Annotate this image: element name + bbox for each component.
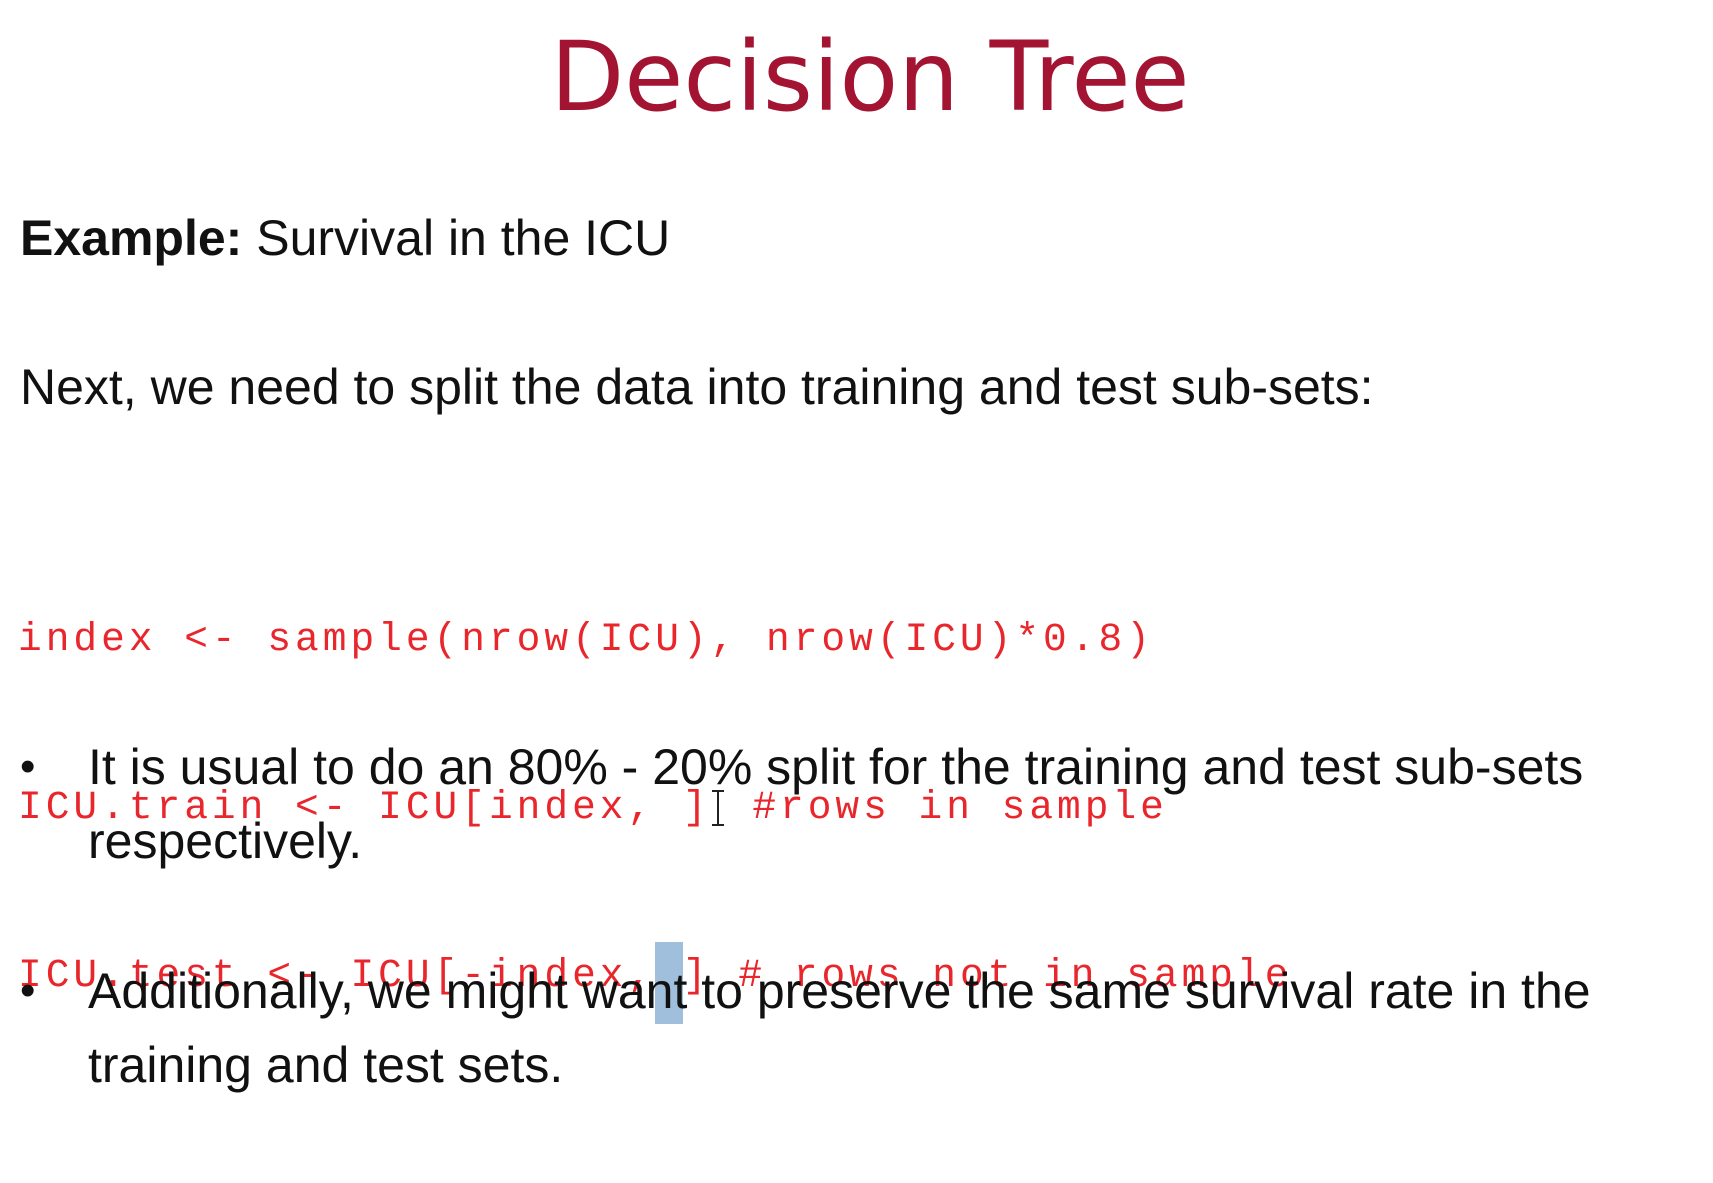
bullet-list: • It is usual to do an 80% - 20% split f… <box>20 730 1690 1178</box>
slide-title: Decision Tree <box>550 21 1190 133</box>
example-label: Example: <box>20 210 243 266</box>
list-item: • Additionally, we might want to preserv… <box>20 954 1690 1102</box>
bullet-icon: • <box>20 742 36 791</box>
example-text: Survival in the ICU <box>242 210 671 266</box>
example-line: Example: Survival in the ICU <box>20 208 670 268</box>
bullet-text-2: Additionally, we might want to preserve … <box>88 963 1591 1093</box>
list-item: • It is usual to do an 80% - 20% split f… <box>20 730 1690 878</box>
code-line-1: index <- sample(nrow(ICU), nrow(ICU)*0.8… <box>18 617 1154 662</box>
bullet-text-1: It is usual to do an 80% - 20% split for… <box>88 739 1584 869</box>
slide: Decision Tree Example: Survival in the I… <box>0 0 1713 1183</box>
intro-text: Next, we need to split the data into tra… <box>20 359 1374 415</box>
bullet-icon: • <box>20 966 36 1015</box>
